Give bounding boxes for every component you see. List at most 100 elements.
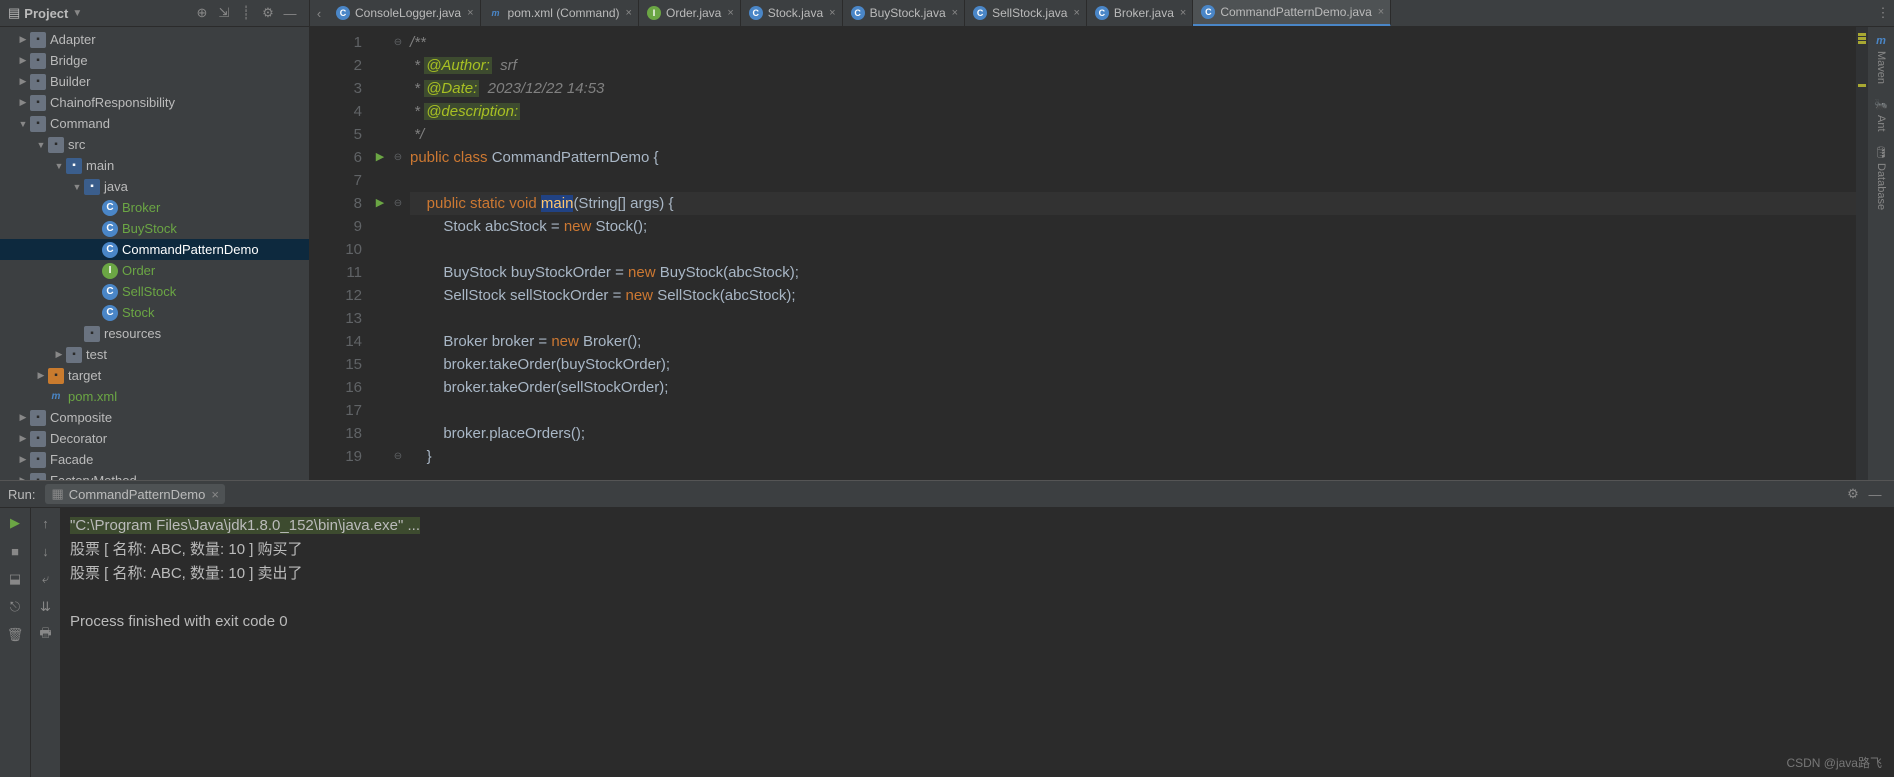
maven-tool[interactable]: mMaven [1875,35,1887,84]
run-gutter[interactable] [370,27,390,480]
tree-item[interactable]: ▪main [0,155,309,176]
close-icon[interactable]: × [1378,6,1384,18]
close-icon[interactable]: × [952,7,958,19]
tree-item[interactable]: ▪Composite [0,407,309,428]
tree-item[interactable]: ▪Decorator [0,428,309,449]
database-tool[interactable]: 🛢Database [1874,146,1888,210]
dropdown-icon[interactable]: ▼ [72,8,82,19]
down-icon[interactable]: ↓ [35,540,57,562]
up-icon[interactable]: ↑ [35,512,57,534]
tree-item[interactable]: ▪ChainofResponsibility [0,92,309,113]
gear-icon[interactable]: ⚙ [1842,483,1864,505]
tree-item-label: target [68,368,101,383]
run-output[interactable]: "C:\Program Files\Java\jdk1.8.0_152\bin\… [60,508,1894,777]
tabs-prev-icon[interactable]: ‹ [310,6,328,21]
close-icon[interactable]: × [626,7,632,19]
tree-item[interactable]: IOrder [0,260,309,281]
select-opened-icon[interactable]: ⊕ [191,2,213,24]
java-c-icon: C [102,284,118,300]
ant-tool[interactable]: 🐜Ant [1874,98,1888,132]
editor-tab[interactable]: CSellStock.java× [965,0,1087,27]
tree-item-label: Command [50,116,110,131]
gear-icon[interactable]: ⚙ [257,2,279,24]
rerun-icon[interactable]: ▶ [4,512,26,534]
tree-item[interactable]: ▪Command [0,113,309,134]
folder-icon: ▪ [30,32,46,48]
tree-item-label: Broker [122,200,160,215]
line-gutter: 12345678910111213141516171819 [310,27,370,480]
file-icon: C [851,6,865,20]
sidebar-title: Project [24,6,68,21]
tree-item-label: java [104,179,128,194]
close-icon[interactable]: × [467,7,473,19]
editor-area: ‹ CConsoleLogger.java×mpom.xml (Command)… [310,0,1894,480]
minimize-icon[interactable]: — [1864,483,1886,505]
divider: ┊ [235,2,257,24]
editor-tab[interactable]: CBroker.java× [1087,0,1193,27]
tree-item[interactable]: ▪java [0,176,309,197]
run-toolbar-left2: ↑ ↓ ⤶ ⇊ 🖶 [30,508,60,777]
trash-icon[interactable]: 🗑 [4,624,26,646]
fold-gutter[interactable]: ⊖⊖⊖⊖ [390,27,406,480]
tree-item[interactable]: C SellStock [0,281,309,302]
project-tree[interactable]: ▪Adapter▪Bridge▪Builder▪ChainofResponsib… [0,27,309,480]
tree-item[interactable]: ▪ test [0,344,309,365]
close-icon[interactable]: × [1180,7,1186,19]
code-editor[interactable]: 12345678910111213141516171819 ⊖⊖⊖⊖ /** *… [310,27,1894,480]
editor-tab[interactable]: CCommandPatternDemo.java× [1193,0,1391,27]
tab-name: CommandPatternDemo.java [1220,5,1371,19]
tabs-more-icon[interactable]: ⋮ [1872,5,1894,21]
project-icon: ▤ [8,5,20,21]
tree-item[interactable]: ▪resources [0,323,309,344]
tree-item[interactable]: ▪src [0,134,309,155]
tree-item[interactable]: ▪Adapter [0,29,309,50]
editor-tab[interactable]: mpom.xml (Command)× [481,0,639,27]
editor-tab[interactable]: IOrder.java× [639,0,741,27]
tree-item[interactable]: CCommandPatternDemo [0,239,309,260]
tree-item[interactable]: ▪FactoryMethod [0,470,309,480]
file-icon: C [1095,6,1109,20]
folder-icon: ▪ [30,452,46,468]
editor-tab[interactable]: CStock.java× [741,0,843,27]
print-icon[interactable]: 🖶 [35,624,57,646]
file-icon: I [647,6,661,20]
wrap-icon[interactable]: ⤶ [35,568,57,590]
scroll-icon[interactable]: ⇊ [35,596,57,618]
tree-item-label: test [86,347,107,362]
tree-item[interactable]: ▪ target [0,365,309,386]
tab-name: SellStock.java [992,6,1067,20]
sidebar-header: ▤ Project ▼ ⊕ ⇲ ┊ ⚙ — [0,0,309,27]
folder-icon: ▪ [30,53,46,69]
tree-item[interactable]: ▪Builder [0,71,309,92]
tree-item[interactable]: ▪Bridge [0,50,309,71]
folder-icon: ▪ [66,347,82,363]
editor-tab[interactable]: CConsoleLogger.java× [328,0,481,27]
close-icon[interactable]: × [727,7,733,19]
minimize-icon[interactable]: — [279,2,301,24]
tree-item[interactable]: mpom.xml [0,386,309,407]
error-stripe[interactable] [1856,27,1868,480]
right-toolbar: mMaven 🐜Ant 🛢Database [1868,27,1894,480]
folder-icon: ▪ [30,74,46,90]
stop-icon[interactable]: ■ [4,540,26,562]
close-icon[interactable]: × [1073,7,1079,19]
run-tab[interactable]: ▦ CommandPatternDemo × [45,484,224,504]
file-icon: C [336,6,350,20]
expand-all-icon[interactable]: ⇲ [213,2,235,24]
tree-item[interactable]: ▪Facade [0,449,309,470]
exit-icon[interactable]: ⎋ [4,596,26,618]
maven-icon: m [48,389,64,405]
tree-item[interactable]: CStock [0,302,309,323]
run-tab-name: CommandPatternDemo [69,487,206,502]
tree-item[interactable]: CBroker [0,197,309,218]
close-icon[interactable]: × [829,7,835,19]
code-body[interactable]: /** * @Author: srf * @Date: 2023/12/22 1… [406,27,1894,480]
tree-item-label: main [86,158,114,173]
layout-icon[interactable]: ⬓ [4,568,26,590]
tree-item-label: ChainofResponsibility [50,95,175,110]
folder-icon: ▪ [48,368,64,384]
editor-tab[interactable]: CBuyStock.java× [843,0,965,27]
tree-item[interactable]: CBuyStock [0,218,309,239]
tree-item-label: SellStock [122,284,176,299]
close-icon[interactable]: × [211,487,219,502]
